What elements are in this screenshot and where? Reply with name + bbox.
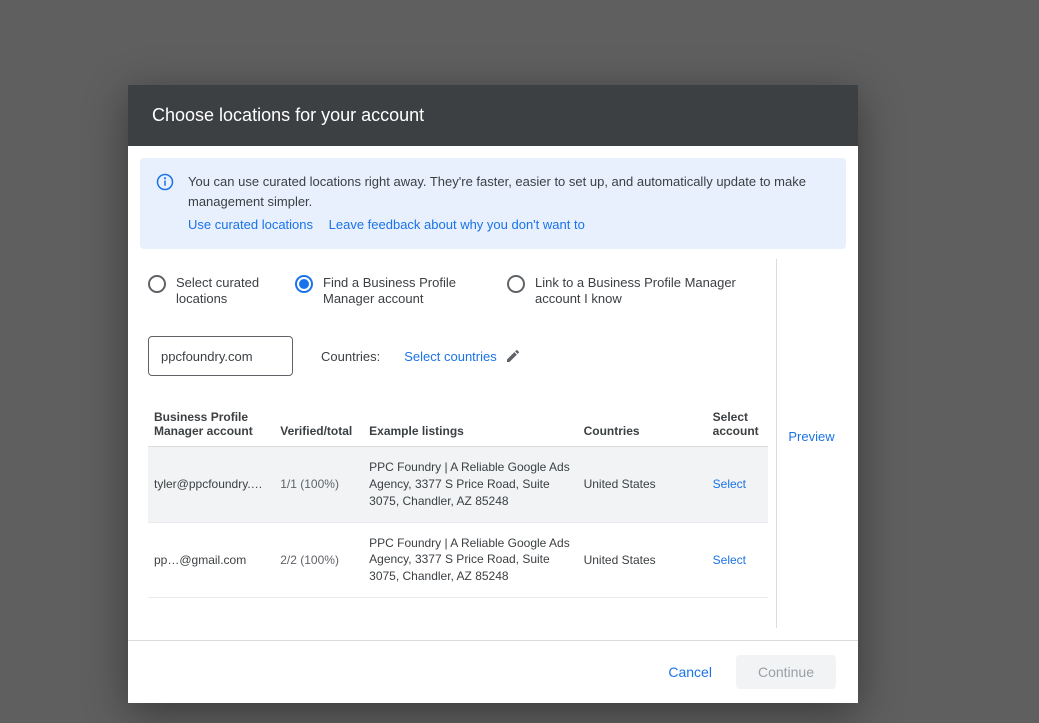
cell-country: United States (578, 522, 693, 597)
select-account-link[interactable]: Select (713, 553, 746, 567)
search-input[interactable] (161, 349, 280, 364)
cell-verified: 2/2 (100%) (274, 522, 363, 597)
filter-row: Countries: Select countries (148, 328, 768, 402)
countries-label: Countries: (321, 349, 380, 364)
dialog-title: Choose locations for your account (152, 105, 834, 126)
radio-select-curated[interactable]: Select curated locations (148, 275, 283, 309)
preview-column: Preview (776, 259, 846, 629)
choose-locations-dialog: Choose locations for your account You ca… (128, 85, 858, 703)
radio-link-bpm[interactable]: Link to a Business Profile Manager accou… (507, 275, 768, 309)
listing-text: PPC Foundry | A Reliable Google Ads Agen… (369, 535, 571, 585)
col-header-account: Business Profile Manager account (148, 402, 274, 447)
listing-text: PPC Foundry | A Reliable Google Ads Agen… (369, 459, 571, 509)
cell-select: Select (693, 447, 768, 522)
select-countries-link[interactable]: Select countries (404, 348, 521, 364)
cell-listing: PPC Foundry | A Reliable Google Ads Agen… (363, 447, 577, 522)
cell-verified: 1/1 (100%) (274, 447, 363, 522)
radio-label: Link to a Business Profile Manager accou… (535, 275, 768, 309)
use-curated-locations-link[interactable]: Use curated locations (188, 217, 313, 232)
col-header-countries: Countries (578, 402, 693, 447)
radio-icon (295, 275, 313, 293)
left-column: Select curated locations Find a Business… (140, 259, 776, 629)
info-links: Use curated locations Leave feedback abo… (188, 215, 830, 235)
main-area: Select curated locations Find a Business… (140, 259, 846, 629)
leave-feedback-link[interactable]: Leave feedback about why you don't want … (329, 217, 585, 232)
cell-listing: PPC Foundry | A Reliable Google Ads Agen… (363, 522, 577, 597)
radio-label: Select curated locations (176, 275, 283, 309)
cell-select: Select (693, 522, 768, 597)
cancel-button[interactable]: Cancel (658, 656, 722, 688)
cell-account: tyler@ppcfoundry.… (148, 447, 274, 522)
radio-icon (507, 275, 525, 293)
radio-icon (148, 275, 166, 293)
select-account-link[interactable]: Select (713, 477, 746, 491)
accounts-table: Business Profile Manager account Verifie… (148, 402, 768, 598)
preview-link[interactable]: Preview (788, 429, 834, 444)
pencil-icon (505, 348, 521, 364)
info-text: You can use curated locations right away… (188, 172, 830, 211)
info-content: You can use curated locations right away… (188, 172, 830, 235)
table-row[interactable]: tyler@ppcfoundry.… 1/1 (100%) PPC Foundr… (148, 447, 768, 522)
radio-group: Select curated locations Find a Business… (148, 267, 768, 329)
continue-button[interactable]: Continue (736, 655, 836, 689)
table-row[interactable]: pp…@gmail.com 2/2 (100%) PPC Foundry | A… (148, 522, 768, 597)
dialog-body: You can use curated locations right away… (128, 146, 858, 640)
radio-label: Find a Business Profile Manager account (323, 275, 495, 309)
select-countries-text: Select countries (404, 349, 497, 364)
info-icon (156, 173, 174, 191)
cell-account: pp…@gmail.com (148, 522, 274, 597)
col-header-verified: Verified/total (274, 402, 363, 447)
dialog-footer: Cancel Continue (128, 640, 858, 703)
info-banner: You can use curated locations right away… (140, 158, 846, 249)
dialog-header: Choose locations for your account (128, 85, 858, 146)
cell-country: United States (578, 447, 693, 522)
col-header-listings: Example listings (363, 402, 577, 447)
radio-find-bpm[interactable]: Find a Business Profile Manager account (295, 275, 495, 309)
col-header-select: Select account (693, 402, 768, 447)
search-box[interactable] (148, 336, 293, 376)
